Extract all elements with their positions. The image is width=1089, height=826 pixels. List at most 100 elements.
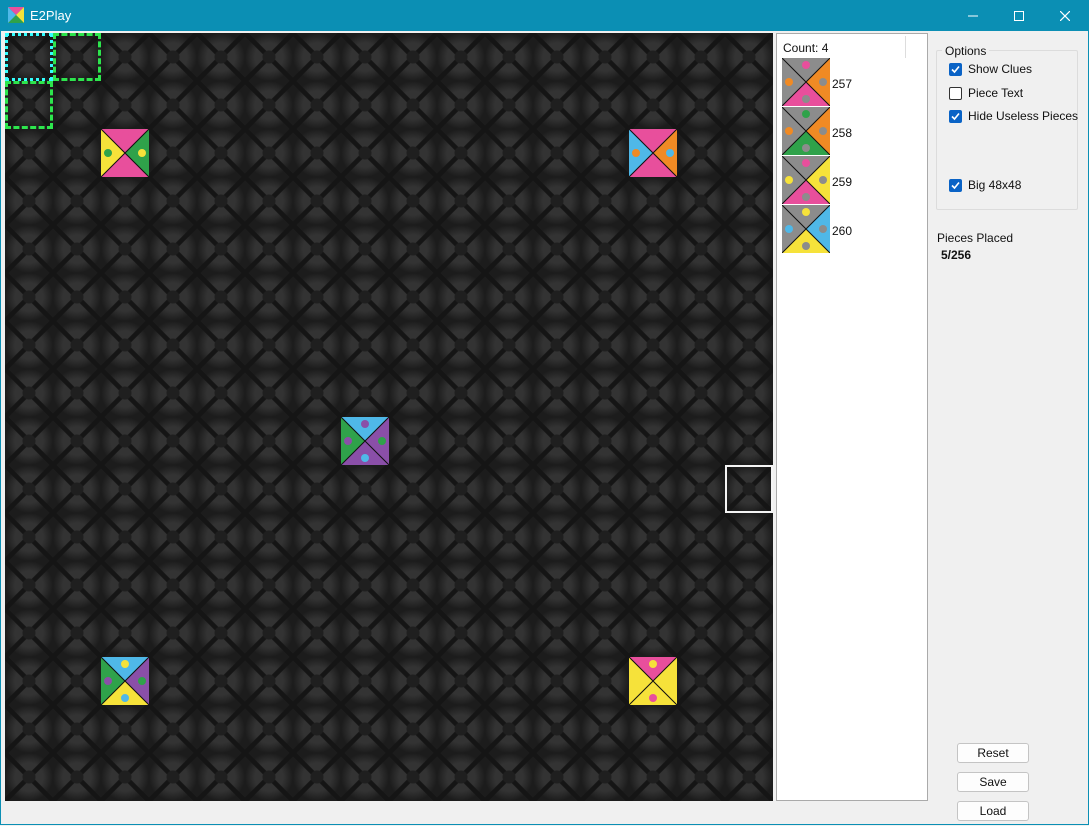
board-cell[interactable] [53,369,101,417]
board-cell[interactable] [581,321,629,369]
board-cell[interactable] [341,273,389,321]
board-cell[interactable] [53,177,101,225]
board-cell[interactable] [101,465,149,513]
board-cell[interactable] [725,177,773,225]
board-cell[interactable] [437,129,485,177]
board-cell[interactable] [197,81,245,129]
board-cell[interactable] [725,753,773,801]
maximize-button[interactable] [996,0,1042,31]
board-cell[interactable] [53,465,101,513]
board-cell[interactable] [197,33,245,81]
board-cell[interactable] [677,417,725,465]
board-cell[interactable] [245,609,293,657]
board-cell[interactable] [485,369,533,417]
board-cell[interactable] [677,753,725,801]
board-cell[interactable] [677,33,725,81]
board-cell[interactable] [149,561,197,609]
board-cell[interactable] [53,657,101,705]
board-cell[interactable] [437,465,485,513]
board-cell[interactable] [293,273,341,321]
board-cell[interactable] [101,81,149,129]
board-cell[interactable] [581,273,629,321]
board-cell[interactable] [245,561,293,609]
board-cell[interactable] [629,225,677,273]
board-cell[interactable] [101,33,149,81]
board-cell[interactable] [629,513,677,561]
board-cell[interactable] [533,369,581,417]
board-cell[interactable] [533,513,581,561]
board-cell[interactable] [149,177,197,225]
board-cell[interactable] [53,609,101,657]
board-cell[interactable] [101,225,149,273]
board-cell[interactable] [101,369,149,417]
board-cell[interactable] [53,417,101,465]
board-cell[interactable] [389,81,437,129]
board-cell[interactable] [581,81,629,129]
board-cell[interactable] [5,417,53,465]
board-cell[interactable] [149,321,197,369]
board-cell[interactable] [533,273,581,321]
board-cell[interactable] [629,609,677,657]
board-cell[interactable] [293,81,341,129]
board-cell[interactable] [5,321,53,369]
board-cell[interactable] [5,33,53,81]
board-cell[interactable] [533,465,581,513]
board-cell[interactable] [341,81,389,129]
board-cell[interactable] [677,129,725,177]
board-cell[interactable] [533,177,581,225]
board-cell[interactable] [533,81,581,129]
board-cell[interactable] [341,129,389,177]
board-cell[interactable] [677,321,725,369]
board-cell[interactable] [629,417,677,465]
board-cell[interactable] [533,753,581,801]
board-cell[interactable] [437,753,485,801]
board-cell[interactable] [341,321,389,369]
board-cell[interactable] [197,465,245,513]
board-cell[interactable] [5,225,53,273]
board-cell[interactable] [725,705,773,753]
board-cell[interactable] [437,417,485,465]
board-cell[interactable] [245,321,293,369]
board-cell[interactable] [245,81,293,129]
board-cell[interactable] [53,321,101,369]
board-cell[interactable] [581,465,629,513]
board-cell[interactable] [437,273,485,321]
board-cell[interactable] [53,225,101,273]
board-cell[interactable] [581,513,629,561]
board-cell[interactable] [245,177,293,225]
board-cell[interactable] [581,33,629,81]
board-cell[interactable] [437,561,485,609]
placed-tile[interactable] [100,656,150,706]
board-cell[interactable] [437,81,485,129]
board-cell[interactable] [629,705,677,753]
placed-tile[interactable] [340,416,390,466]
board-cell[interactable] [5,705,53,753]
board-cell[interactable] [581,129,629,177]
piece-list-item[interactable]: 260 [781,204,922,254]
board-cell[interactable] [485,33,533,81]
board-cell[interactable] [581,561,629,609]
board-cell[interactable] [293,177,341,225]
board-cell[interactable] [725,225,773,273]
board-cell[interactable] [581,657,629,705]
board-cell[interactable] [533,33,581,81]
board-cell[interactable] [437,321,485,369]
close-button[interactable] [1042,0,1088,31]
board-cell[interactable] [389,321,437,369]
board-cell[interactable] [581,225,629,273]
board-cell[interactable] [197,129,245,177]
board-cell[interactable] [485,321,533,369]
board-cell[interactable] [485,609,533,657]
board-cell[interactable] [629,177,677,225]
board-cell[interactable] [677,609,725,657]
board-cell[interactable] [5,273,53,321]
board-cell[interactable] [677,81,725,129]
board-cell[interactable] [485,129,533,177]
board-cell[interactable] [149,609,197,657]
board-cell[interactable] [677,369,725,417]
board-cell[interactable] [293,753,341,801]
board-cell[interactable] [53,81,101,129]
board-cell[interactable] [197,561,245,609]
board-cell[interactable] [485,273,533,321]
placed-tile[interactable] [628,656,678,706]
